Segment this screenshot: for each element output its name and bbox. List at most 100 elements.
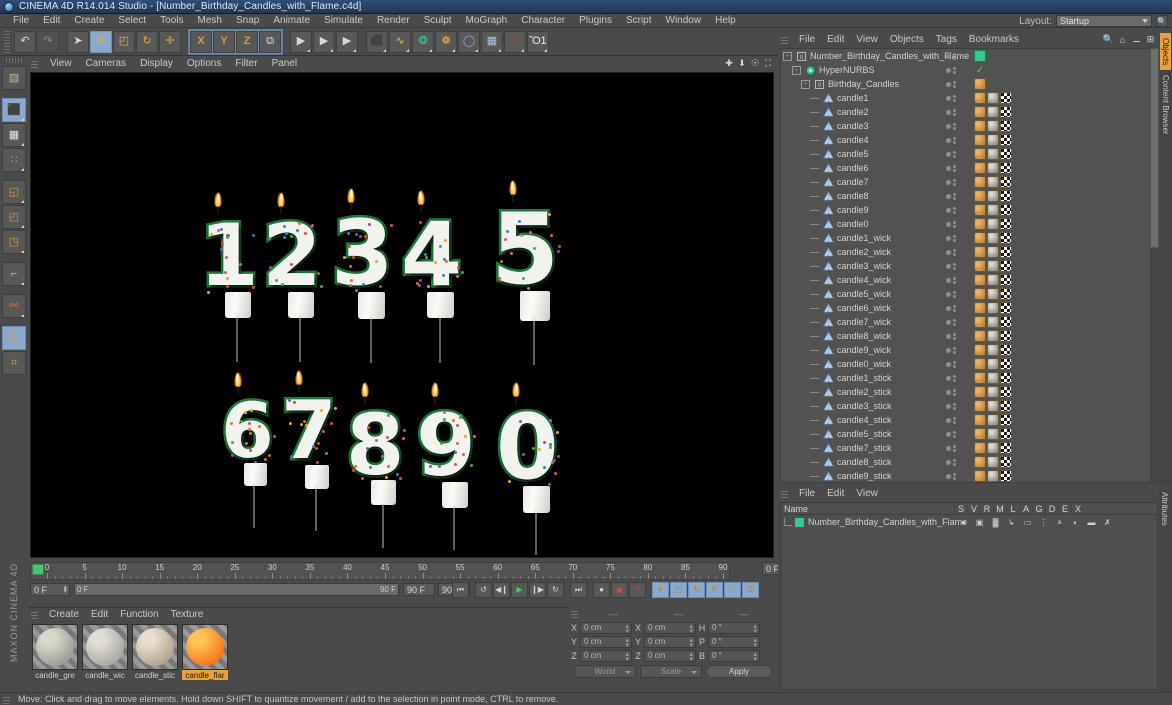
menu-item-tools[interactable]: Tools <box>153 14 190 28</box>
size-mode-dropdown[interactable]: Scale <box>640 665 702 678</box>
column-R[interactable]: R <box>980 503 993 514</box>
render-visibility-dots[interactable] <box>953 290 956 298</box>
uv-tag-icon[interactable] <box>1000 120 1012 132</box>
render-visibility-dots[interactable] <box>953 360 956 368</box>
size-field[interactable]: 0 cm ▴ ▾ <box>644 649 696 663</box>
render-visibility-dots[interactable] <box>953 262 956 270</box>
dot-icon[interactable]: ● <box>957 518 970 527</box>
mat-tag-icon[interactable] <box>987 106 999 118</box>
render-visibility-dots[interactable] <box>953 136 956 144</box>
end-frame-field[interactable]: 90 F <box>403 583 435 596</box>
menu-item-file[interactable]: File <box>6 14 36 28</box>
uv-tag-icon[interactable] <box>1000 386 1012 398</box>
expander-icon[interactable]: - <box>792 65 801 75</box>
render-visibility-dots[interactable] <box>953 458 956 466</box>
rotate-button[interactable]: ↻ <box>136 30 158 53</box>
editor-visibility-dot[interactable] <box>946 305 951 311</box>
object-menu-file[interactable]: File <box>793 34 821 45</box>
menu-item-script[interactable]: Script <box>619 14 659 28</box>
render-visibility-dots[interactable] <box>953 444 956 452</box>
object-scrollbar[interactable] <box>1150 48 1159 483</box>
column-D[interactable]: D <box>1045 503 1058 514</box>
expand-icon[interactable]: ⊞ <box>1145 34 1156 45</box>
visibility-dots[interactable] <box>946 175 956 189</box>
left-toolbar-grip[interactable] <box>6 58 22 63</box>
mat-tag-icon[interactable] <box>987 442 999 454</box>
play-forward-button[interactable]: ▶ <box>511 582 528 598</box>
editor-visibility-dot[interactable] <box>946 53 951 59</box>
next-frame-button[interactable]: ❙▶ <box>529 582 546 598</box>
apply-button[interactable]: Apply <box>706 665 772 678</box>
zoom-icon[interactable]: ⬇ <box>737 58 747 68</box>
object-row[interactable]: candle3_wick <box>781 259 1157 273</box>
material-candle_green[interactable]: candle_gre <box>32 624 78 680</box>
object-row[interactable]: candle7 <box>781 175 1157 189</box>
expression-icon[interactable]: ▬ <box>1085 518 1098 527</box>
search-icon[interactable]: 🔍 <box>1103 34 1114 45</box>
visibility-dots[interactable] <box>946 357 956 371</box>
lower-row[interactable]: Number_Birthday_Candles_with_Flame ● ▣ ▓ ↳ ▭… <box>781 515 1157 529</box>
render-visibility-dots[interactable] <box>953 150 956 158</box>
column-M[interactable]: M <box>993 503 1006 514</box>
uv-tag-icon[interactable] <box>1000 470 1012 482</box>
editor-visibility-dot[interactable] <box>946 193 951 199</box>
phong-tag-icon[interactable] <box>974 260 986 272</box>
phong-tag-icon[interactable] <box>974 176 986 188</box>
phong-tag-icon[interactable] <box>974 246 986 258</box>
object-row[interactable]: candle9_wick <box>781 343 1157 357</box>
object-row[interactable]: candle6_wick <box>781 301 1157 315</box>
render-view-button[interactable]: ▶ <box>290 30 312 53</box>
render-icon[interactable]: ▓ <box>989 518 1002 527</box>
viewport-menu-filter[interactable]: Filter <box>228 58 264 69</box>
mat-tag-icon[interactable] <box>987 386 999 398</box>
render-visibility-dots[interactable] <box>953 108 956 116</box>
cube-primitive-button[interactable]: ⬛ <box>366 30 388 53</box>
tab-attributes[interactable]: Attributes <box>1159 487 1170 531</box>
mat-tag-icon[interactable] <box>987 92 999 104</box>
editor-visibility-dot[interactable] <box>946 263 951 269</box>
render-visibility-dots[interactable] <box>953 416 956 424</box>
menu-item-animate[interactable]: Animate <box>266 14 317 28</box>
menu-item-edit[interactable]: Edit <box>36 14 67 28</box>
visibility-dots[interactable] <box>946 301 956 315</box>
lower-menu-view[interactable]: View <box>850 488 884 499</box>
editor-visibility-dot[interactable] <box>946 207 951 213</box>
viewport-menu-options[interactable]: Options <box>180 58 228 69</box>
render-visibility-dots[interactable] <box>953 220 956 228</box>
menu-item-snap[interactable]: Snap <box>229 14 266 28</box>
phong-tag-icon[interactable] <box>974 288 986 300</box>
uv-tag-icon[interactable] <box>1000 358 1012 370</box>
light-button[interactable]: Ὂ1 <box>527 30 549 53</box>
mat-tag-icon[interactable] <box>987 428 999 440</box>
rotation-field[interactable]: 0 ° ▴ ▾ <box>708 649 760 663</box>
editor-visibility-dot[interactable] <box>946 319 951 325</box>
position-field[interactable]: 0 cm ▴ ▾ <box>580 649 632 663</box>
spinner-icon[interactable]: ▴▾ <box>689 623 693 635</box>
render-visibility-dots[interactable] <box>953 66 956 74</box>
spinner-icon[interactable]: ▴▾ <box>63 584 67 595</box>
spinner-icon[interactable]: ▴▾ <box>625 651 629 663</box>
coord-system-dropdown[interactable]: World <box>574 665 636 678</box>
go-to-end-button[interactable]: ⏭ <box>570 582 587 598</box>
editor-visibility-dot[interactable] <box>946 67 951 73</box>
expander-icon[interactable]: - <box>801 79 810 89</box>
timeline-range-slider[interactable]: 0 F 90 F <box>74 583 399 596</box>
render-visibility-dots[interactable] <box>953 402 956 410</box>
column-A[interactable]: A <box>1019 503 1032 514</box>
go-to-start-button[interactable]: ⏮ <box>452 582 469 598</box>
object-row[interactable]: candle0 <box>781 217 1157 231</box>
toolbar-grip[interactable] <box>4 30 10 53</box>
mat-tag-icon[interactable] <box>987 246 999 258</box>
mat-tag-icon[interactable] <box>987 232 999 244</box>
mat-tag-icon[interactable] <box>987 260 999 272</box>
render-visibility-dots[interactable] <box>953 234 956 242</box>
editor-visibility-dot[interactable] <box>946 123 951 129</box>
column-V[interactable]: V <box>967 503 980 514</box>
magnifier-icon[interactable]: 🔍 <box>1156 15 1168 27</box>
spinner-icon[interactable]: ▴▾ <box>689 637 693 649</box>
visibility-dots[interactable] <box>946 105 956 119</box>
editor-visibility-dot[interactable] <box>946 389 951 395</box>
editor-visibility-dot[interactable] <box>946 291 951 297</box>
deform-icon[interactable]: ◐ <box>1069 518 1082 527</box>
visibility-dots[interactable] <box>946 63 956 77</box>
